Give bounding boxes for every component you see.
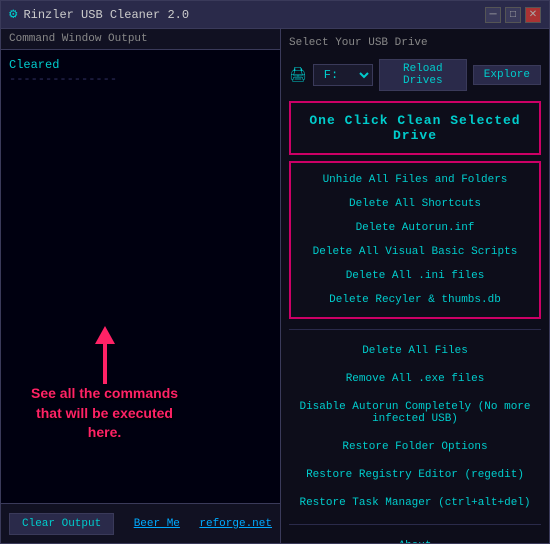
one-click-clean-button[interactable]: One Click Clean Selected Drive (289, 101, 541, 155)
delete-recycler-button[interactable]: Delete Recyler & thumbs.db (297, 289, 533, 311)
command-output-area: Cleared --------------- See all the comm… (1, 50, 280, 503)
usb-select-label: Select Your USB Drive (289, 37, 541, 49)
output-line-2: --------------- (9, 72, 272, 86)
right-panel: Select Your USB Drive 🖨 F: Reload Drives… (281, 29, 549, 543)
title-bar-left: ⚙ Rinzler USB Cleaner 2.0 (9, 6, 189, 23)
title-controls: ─ □ ✕ (485, 7, 541, 23)
annotation-text: See all the commandsthat will be execute… (31, 384, 178, 443)
content-area: Command Window Output Cleared ----------… (1, 29, 549, 543)
window-title: Rinzler USB Cleaner 2.0 (23, 8, 189, 22)
remove-exe-button[interactable]: Remove All .exe files (289, 368, 541, 390)
reload-drives-button[interactable]: Reload Drives (379, 59, 467, 91)
pink-buttons-group: Unhide All Files and Folders Delete All … (289, 161, 541, 319)
arrow-shaft-icon (103, 344, 107, 384)
restore-task-manager-button[interactable]: Restore Task Manager (ctrl+alt+del) (289, 492, 541, 514)
restore-registry-button[interactable]: Restore Registry Editor (regedit) (289, 464, 541, 486)
close-button[interactable]: ✕ (525, 7, 541, 23)
reforge-link[interactable]: reforge.net (199, 518, 272, 530)
drive-select-row: 🖨 F: Reload Drives Explore (289, 59, 541, 91)
explore-button[interactable]: Explore (473, 65, 541, 85)
annotation-block: See all the commandsthat will be execute… (31, 326, 178, 443)
clear-output-button[interactable]: Clear Output (9, 513, 114, 535)
restore-folder-button[interactable]: Restore Folder Options (289, 436, 541, 458)
delete-autorun-button[interactable]: Delete Autorun.inf (297, 217, 533, 239)
arrow-head-icon (95, 326, 115, 344)
delete-vbs-button[interactable]: Delete All Visual Basic Scripts (297, 241, 533, 263)
minimize-button[interactable]: ─ (485, 7, 501, 23)
drive-selector[interactable]: F: (313, 64, 373, 86)
command-output-label: Command Window Output (1, 29, 280, 50)
maximize-button[interactable]: □ (505, 7, 521, 23)
delete-shortcuts-button[interactable]: Delete All Shortcuts (297, 193, 533, 215)
delete-all-files-button[interactable]: Delete All Files (289, 340, 541, 362)
delete-ini-button[interactable]: Delete All .ini files (297, 265, 533, 287)
main-window: ⚙ Rinzler USB Cleaner 2.0 ─ □ ✕ Command … (0, 0, 550, 544)
disable-autorun-button[interactable]: Disable Autorun Completely (No more infe… (289, 396, 541, 430)
beer-me-link[interactable]: Beer Me (134, 518, 180, 530)
about-button[interactable]: About (289, 535, 541, 543)
app-icon: ⚙ (9, 6, 17, 23)
left-panel: Command Window Output Cleared ----------… (1, 29, 281, 543)
section-divider-1 (289, 329, 541, 330)
section-divider-2 (289, 524, 541, 525)
title-bar: ⚙ Rinzler USB Cleaner 2.0 ─ □ ✕ (1, 1, 549, 29)
usb-drive-icon: 🖨 (289, 67, 307, 84)
unhide-files-button[interactable]: Unhide All Files and Folders (297, 169, 533, 191)
bottom-section: About Exit (289, 535, 541, 543)
left-footer: Clear Output Beer Me reforge.net (1, 503, 280, 543)
output-line-1: Cleared (9, 58, 272, 72)
